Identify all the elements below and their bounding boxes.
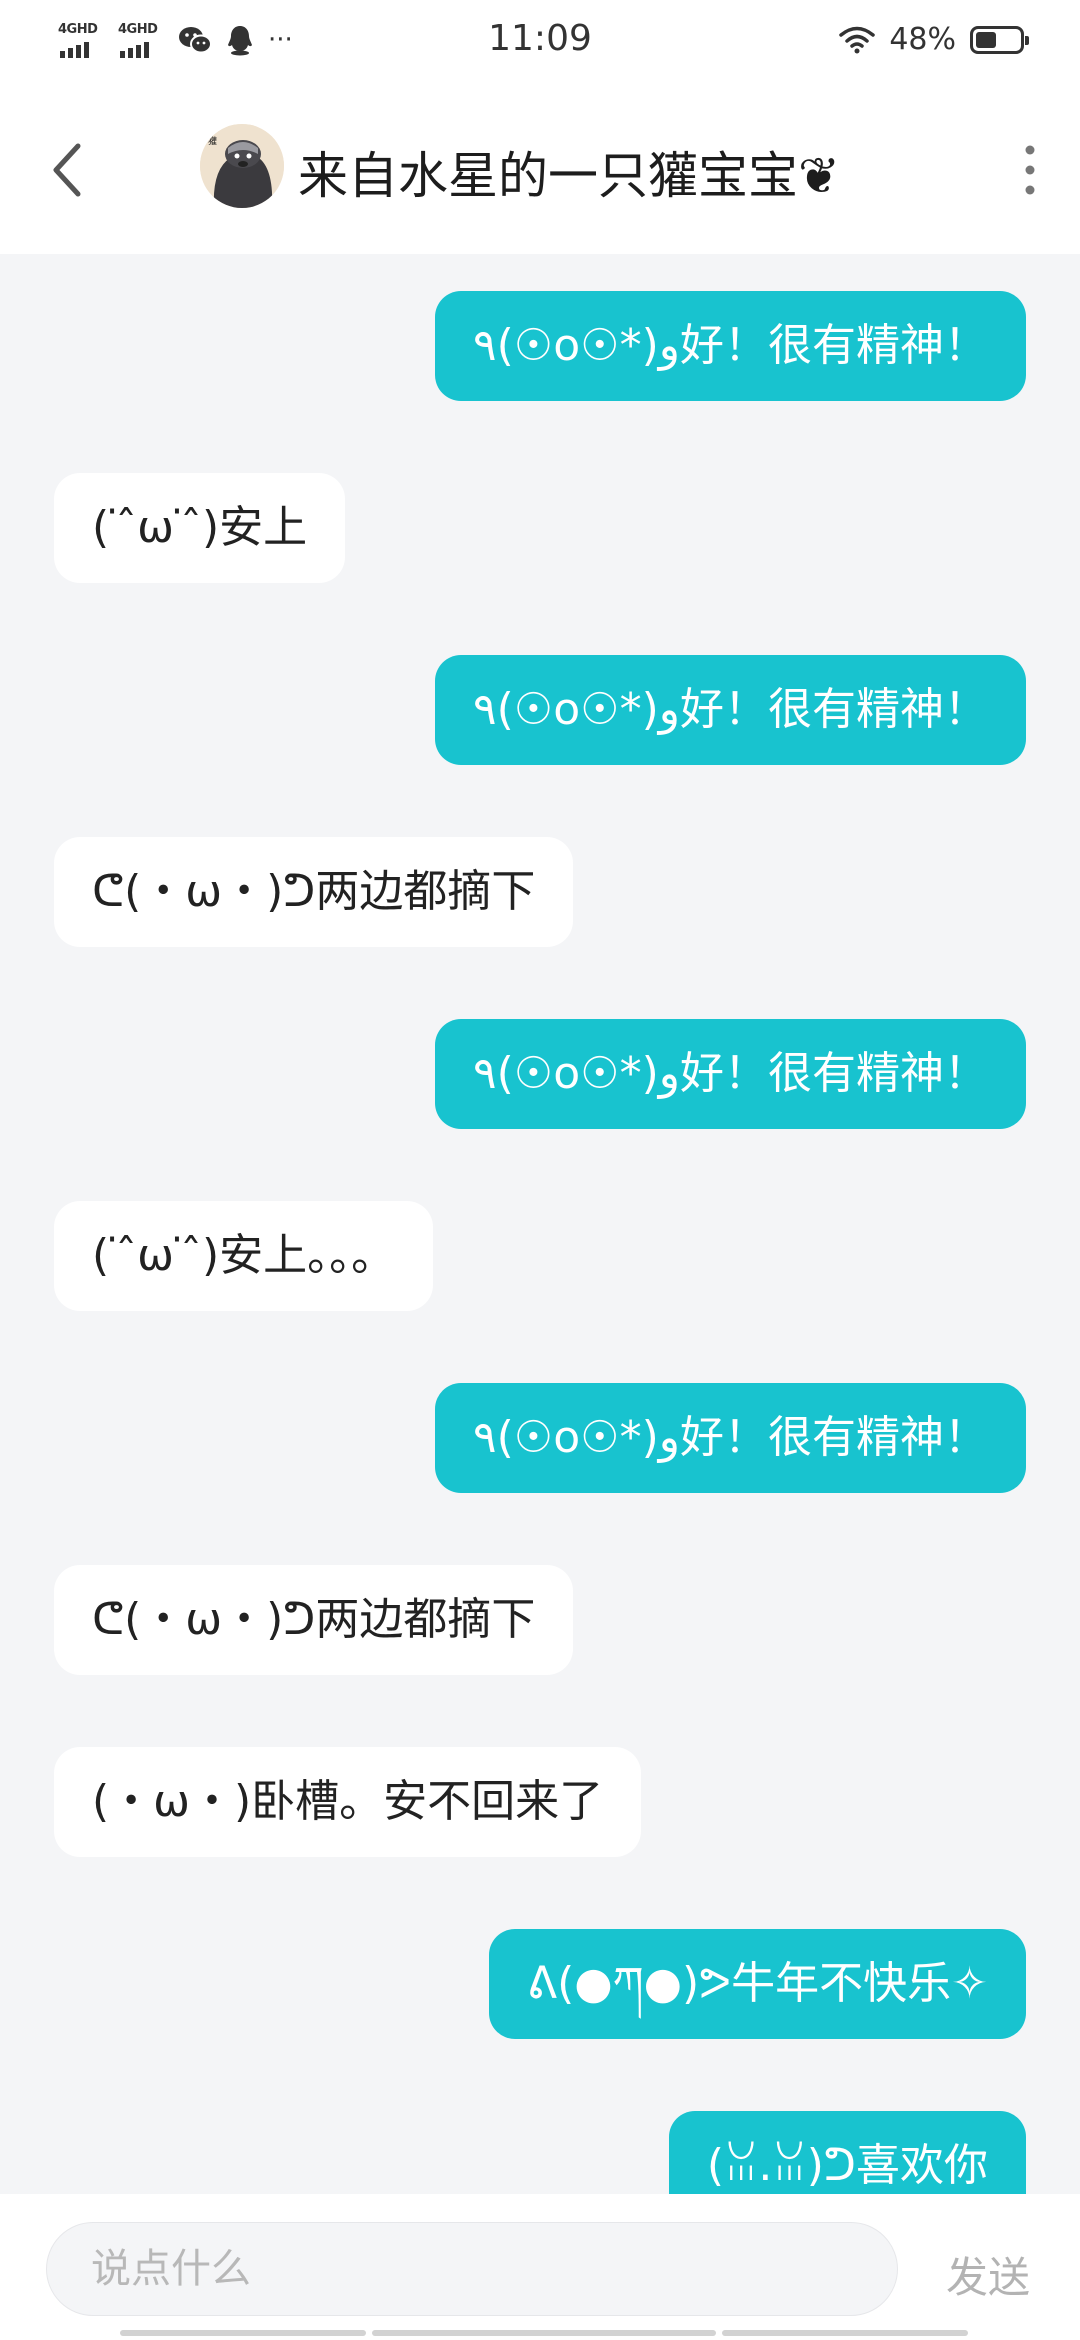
home-indicator	[120, 2330, 968, 2336]
message-bubble-outgoing[interactable]: ٩(☉o☉*)و好！很有精神！	[434, 1019, 1026, 1129]
message-bubble-outgoing[interactable]: (ꈍ.ꈍ)ᕤ喜欢你	[668, 2111, 1026, 2194]
message-bubble-outgoing[interactable]: ٩(☉o☉*)و好！很有精神！	[434, 655, 1026, 765]
message-list[interactable]: ٩(☉o☉*)و好！很有精神！ ( ̇ ̂ω ̇ ̂)安上 ٩(☉o☉*)و好！…	[0, 254, 1080, 2194]
message-bubble-incoming[interactable]: ( ̇ ̂ω ̇ ̂)安上	[54, 473, 346, 583]
badger-avatar-icon: 獾	[200, 124, 284, 208]
send-button[interactable]: 发送	[946, 2244, 1030, 2305]
battery-icon	[970, 25, 1029, 54]
message-bubble-incoming[interactable]: ᕦ(・ω・)ᕤ两边都摘下	[54, 837, 574, 947]
back-arrow-icon[interactable]	[48, 138, 88, 202]
battery-percent: 48%	[889, 22, 956, 57]
message-input[interactable]: 说点什么	[46, 2222, 898, 2316]
avatar[interactable]: 獾	[200, 124, 284, 208]
message-bubble-incoming[interactable]: ( ̇ ̂ω ̇ ̂)安上。。。	[54, 1201, 434, 1311]
more-options-icon[interactable]	[1020, 142, 1040, 198]
status-right: 48%	[839, 22, 1029, 57]
message-bubble-incoming[interactable]: (・ω・)卧槽。安不回来了	[54, 1747, 642, 1857]
svg-text:獾: 獾	[208, 135, 217, 147]
chat-title: 来自水星的一只獾宝宝❦	[298, 147, 840, 205]
wifi-icon	[839, 26, 876, 53]
input-bar: 说点什么 发送	[0, 2194, 1080, 2340]
status-bar: 4GHD 4GHD ··· 11:09 48%	[0, 0, 1080, 86]
message-bubble-outgoing[interactable]: ٩(☉o☉*)و好！很有精神！	[434, 291, 1026, 401]
message-bubble-outgoing[interactable]: ٩(☉o☉*)و好！很有精神！	[434, 1383, 1026, 1493]
message-bubble-incoming[interactable]: ᕦ(・ω・)ᕤ两边都摘下	[54, 1565, 574, 1675]
message-bubble-outgoing[interactable]: ᕕ(●ཀ●)ᕗ牛年不快乐✧	[488, 1929, 1026, 2039]
chat-header: 獾 来自水星的一只獾宝宝❦	[0, 86, 1080, 254]
